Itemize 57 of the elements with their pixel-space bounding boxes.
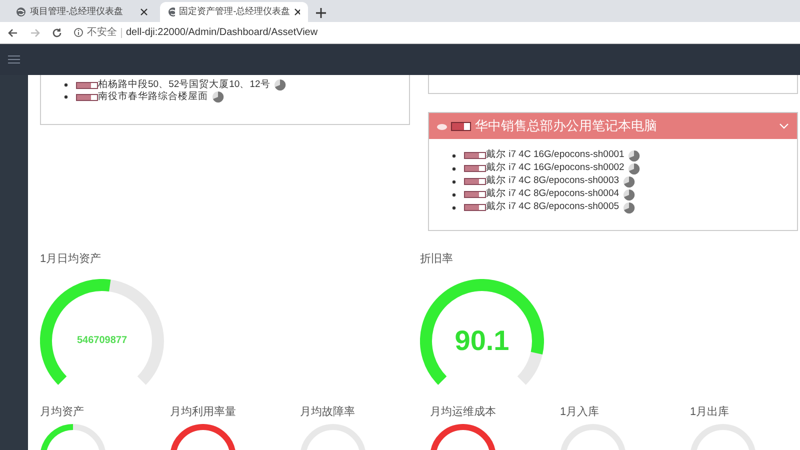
back-arrow-icon[interactable]: [8, 28, 18, 38]
tab-title: 固定资产管理-总经理仪表盘: [179, 5, 290, 18]
laptop-icon: [76, 82, 98, 88]
pie-icon: [628, 162, 640, 174]
globe-icon: [16, 7, 26, 17]
gauge-label: 月均故障率: [300, 404, 356, 420]
asset-item: 戴尔 i7 4C 8G/epocons-sh0003: [486, 174, 620, 188]
address-bar[interactable]: 不安全 dell-dji:22000/Admin/Dashboard/AssetView: [74, 25, 318, 40]
laptop-icon: [464, 165, 486, 172]
gauge-label: 1月入库: [560, 404, 600, 420]
gauge-label: 1月日均资产: [40, 252, 102, 267]
pie-icon: [623, 188, 636, 200]
laptop-icon: [464, 152, 486, 159]
browser-tab[interactable]: 固定资产管理-总经理仪表盘: [160, 2, 308, 22]
gauge-label: 折旧率: [420, 252, 454, 267]
reload-icon[interactable]: [52, 28, 62, 38]
asset-item: 戴尔 i7 4C 16G/epocons-sh0001: [486, 148, 624, 162]
bullet-icon: [452, 192, 456, 196]
pie-icon: [623, 202, 636, 214]
asset-item: 戴尔 i7 4C 8G/epocons-sh0004: [486, 187, 620, 201]
bullet-icon: [452, 154, 456, 158]
card-title: 华中销售总部办公用笔记本电脑: [475, 117, 658, 136]
bullet-icon: [64, 95, 68, 99]
globe-icon: [168, 7, 176, 17]
gauge-label: 月均资产: [40, 404, 85, 420]
asset-item: 戴尔 i7 4C 8G/epocons-sh0005: [486, 200, 620, 214]
bullet-icon: [64, 83, 68, 87]
laptop-icon: [451, 122, 471, 130]
laptop-icon: [76, 94, 98, 100]
gauge-value: 90.1: [454, 327, 510, 355]
asset-item: 戴尔 i7 4C 16G/epocons-sh0002: [486, 161, 624, 175]
laptop-icon: [464, 191, 486, 198]
pie-icon: [628, 150, 640, 162]
new-tab-icon[interactable]: [316, 8, 326, 18]
close-icon[interactable]: [140, 8, 148, 16]
bullet-icon: [452, 206, 456, 210]
close-icon[interactable]: [294, 8, 300, 16]
gauge-value: 546709877: [76, 336, 128, 346]
location-item: 柏杨路中段50、52号国贸大厦10、12号: [98, 78, 270, 91]
pie-icon: [623, 176, 636, 188]
pie-icon: [274, 79, 286, 91]
menu-icon[interactable]: [8, 55, 20, 64]
location-item: 南役市春华路综合楼屋面: [98, 90, 208, 104]
security-label: 不安全: [87, 26, 117, 40]
pie-icon: [212, 91, 224, 103]
chevron-icon[interactable]: [779, 122, 789, 130]
info-icon: [74, 28, 83, 37]
bullet-icon: [452, 180, 456, 184]
tab-title: 项目管理-总经理仪表盘: [30, 5, 124, 18]
cloud-icon: [437, 122, 447, 130]
gauge-label: 月均利用率量: [170, 404, 237, 420]
laptop-icon: [464, 178, 486, 185]
laptop-icon: [464, 204, 486, 211]
gauge-label: 月均运维成本: [430, 404, 497, 420]
url-text: dell-dji:22000/Admin/Dashboard/AssetView: [126, 26, 318, 40]
bullet-icon: [452, 166, 456, 170]
gauge-label: 1月出库: [690, 404, 730, 420]
